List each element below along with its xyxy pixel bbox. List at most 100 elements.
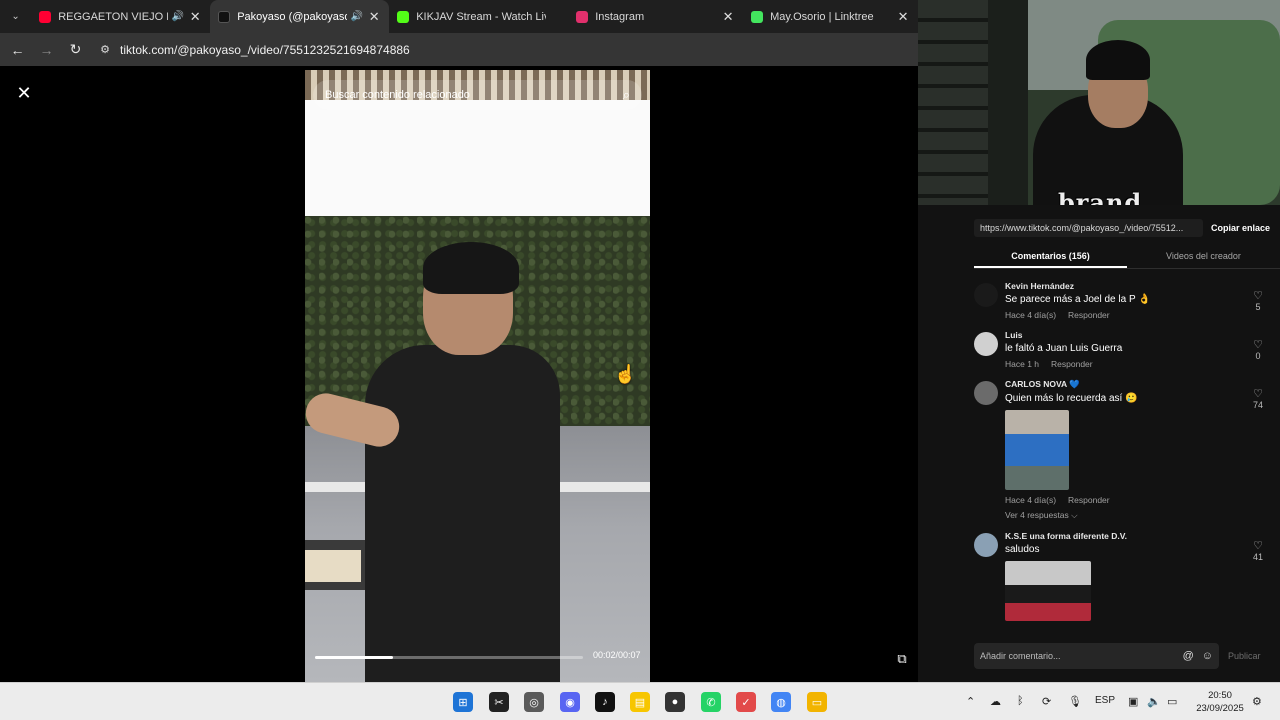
avatar[interactable] bbox=[974, 533, 998, 557]
chrome-icon[interactable]: ◍ bbox=[771, 692, 791, 712]
tiktok-icon[interactable]: ♪ bbox=[595, 692, 615, 712]
tab-title: REGGAETON VIEJO MIX bbox=[58, 10, 168, 23]
cloud-icon[interactable]: ☁ bbox=[990, 695, 1001, 708]
tab-close-icon[interactable]: ✕ bbox=[721, 9, 735, 25]
reply-button[interactable]: Responder bbox=[1068, 310, 1110, 320]
share-link-field[interactable]: https://www.tiktok.com/@pakoyaso_/video/… bbox=[974, 219, 1203, 237]
comment-input-placeholder: Añadir comentario... bbox=[980, 651, 1061, 661]
comment-username[interactable]: Luis bbox=[1005, 330, 1225, 340]
back-arrow-icon[interactable]: ← bbox=[3, 42, 32, 58]
speaker-icon[interactable]: 🔊 bbox=[351, 11, 363, 22]
tiktok-favicon-icon bbox=[218, 10, 231, 23]
app-icon[interactable]: ◎ bbox=[524, 692, 544, 712]
sticky-notes-icon[interactable]: ▤ bbox=[630, 692, 650, 712]
discord-icon[interactable]: ◉ bbox=[560, 692, 580, 712]
bluetooth-icon[interactable]: ᛒ bbox=[1017, 695, 1024, 707]
volume-icon[interactable]: 🔈 bbox=[1147, 695, 1161, 708]
comment-input[interactable]: Añadir comentario... @ ☺ bbox=[974, 643, 1219, 669]
panel-tabs: Comentarios (156) Videos del creador bbox=[974, 245, 1280, 269]
file-explorer-icon[interactable]: ▭ bbox=[807, 692, 827, 712]
comment-username[interactable]: K.S.E una forma diferente D.V. bbox=[1005, 531, 1225, 541]
video-player[interactable]: Buscar contenido relacionado ⌕ 00:02/00:… bbox=[305, 70, 650, 682]
language-indicator[interactable]: ESP bbox=[1095, 695, 1115, 706]
tab-instagram[interactable]: Instagram ✕ bbox=[568, 0, 743, 33]
video-progress-bar[interactable] bbox=[315, 656, 583, 659]
notifications-icon[interactable]: ⚙ bbox=[1252, 695, 1262, 708]
clock-time: 20:50 bbox=[1208, 690, 1232, 701]
emoji-icon[interactable]: ☺ bbox=[1202, 650, 1213, 662]
tab-title: Pakoyaso (@pakoyaso_ bbox=[237, 10, 347, 23]
like-button[interactable]: ♡ 74 bbox=[1246, 387, 1270, 410]
tab-close-icon[interactable]: ✕ bbox=[367, 9, 381, 25]
comments-panel: https://www.tiktok.com/@pakoyaso_/video/… bbox=[918, 205, 1280, 682]
related-search-bar[interactable]: Buscar contenido relacionado ⌕ bbox=[313, 80, 642, 110]
comment-image[interactable] bbox=[1005, 410, 1069, 490]
site-info-icon[interactable]: ⚙ bbox=[94, 43, 116, 56]
reply-button[interactable]: Responder bbox=[1051, 359, 1093, 369]
tab-close-icon[interactable]: ✕ bbox=[188, 9, 202, 25]
comment-item: CARLOS NOVA 💙 Quien más lo recuerda así … bbox=[974, 379, 1270, 521]
tab-search-button[interactable]: ⌄ bbox=[0, 0, 31, 33]
address-bar: ← → ↻ ⚙ tiktok.com/@pakoyaso_/video/7551… bbox=[0, 33, 918, 66]
comment-time: Hace 1 h bbox=[1005, 359, 1040, 369]
heart-icon: ♡ bbox=[1253, 290, 1263, 302]
tab-close-icon[interactable]: ✕ bbox=[896, 9, 910, 25]
media-player-icon[interactable]: ● bbox=[665, 692, 685, 712]
copy-link-button[interactable]: Copiar enlace bbox=[1211, 223, 1270, 233]
sync-icon[interactable]: ⟳ bbox=[1042, 695, 1051, 708]
search-icon[interactable]: ⌕ bbox=[623, 87, 630, 103]
comment-list: Kevin Hernández Se parece más a Joel de … bbox=[974, 281, 1270, 631]
comment-meta: Hace 1 h Responder bbox=[1005, 359, 1225, 369]
like-button[interactable]: ♡ 0 bbox=[1246, 338, 1270, 361]
url-field[interactable]: tiktok.com/@pakoyaso_/video/755123252169… bbox=[120, 43, 410, 57]
chevron-up-icon[interactable]: ⌃ bbox=[966, 695, 975, 708]
avatar[interactable] bbox=[974, 381, 998, 405]
tiktok-video-page: ✕ Buscar contenido relacionado ⌕ 00:02/0… bbox=[0, 66, 942, 682]
heart-icon: ♡ bbox=[1253, 540, 1263, 552]
microphone-icon[interactable]: 🎙 bbox=[1068, 695, 1082, 708]
like-button[interactable]: ♡ 41 bbox=[1246, 539, 1270, 562]
video-frame-box-front bbox=[305, 550, 361, 582]
tab-pakoyaso[interactable]: Pakoyaso (@pakoyaso_ 🔊 ✕ bbox=[210, 0, 390, 33]
picture-in-picture-icon[interactable]: ⧉ bbox=[891, 648, 913, 670]
capcut-icon[interactable]: ✂ bbox=[489, 692, 509, 712]
tab-creator-videos[interactable]: Videos del creador bbox=[1127, 245, 1280, 268]
publish-button[interactable]: Publicar bbox=[1228, 651, 1261, 661]
comment-text: Quien más lo recuerda así 🥲 bbox=[1005, 393, 1138, 404]
kick-favicon-icon bbox=[397, 10, 410, 23]
todo-icon[interactable]: ✓ bbox=[736, 692, 756, 712]
reload-icon[interactable]: ↻ bbox=[61, 41, 90, 58]
like-count: 0 bbox=[1255, 351, 1261, 361]
tab-reggaeton[interactable]: REGGAETON VIEJO MIX 🔊 ✕ bbox=[31, 0, 210, 33]
reply-button[interactable]: Responder bbox=[1068, 495, 1110, 505]
avatar[interactable] bbox=[974, 332, 998, 356]
video-frame-sky bbox=[305, 100, 650, 218]
comment-username[interactable]: CARLOS NOVA 💙 bbox=[1005, 379, 1225, 390]
whatsapp-icon[interactable]: ✆ bbox=[701, 692, 721, 712]
comment-image[interactable] bbox=[1005, 561, 1091, 621]
forward-arrow-icon[interactable]: → bbox=[32, 42, 61, 58]
comment-meta: Hace 4 día(s) Responder bbox=[1005, 495, 1225, 505]
comment-item: K.S.E una forma diferente D.V. saludos ♡… bbox=[974, 531, 1270, 621]
avatar[interactable] bbox=[974, 283, 998, 307]
video-person-body bbox=[365, 345, 560, 682]
comment-text: le faltó a Juan Luis Guerra bbox=[1005, 343, 1123, 354]
tab-kikjav[interactable]: KIKJAV Stream - Watch Live bbox=[389, 0, 568, 33]
comment-text: saludos bbox=[1005, 544, 1040, 555]
speaker-icon[interactable]: 🔊 bbox=[172, 11, 184, 22]
view-replies-button[interactable]: Ver 4 respuestas ⌵ bbox=[1005, 510, 1225, 521]
comment-username[interactable]: Kevin Hernández bbox=[1005, 281, 1225, 291]
tab-comments[interactable]: Comentarios (156) bbox=[974, 245, 1127, 268]
clock[interactable]: 20:50 23/09/2025 bbox=[1192, 689, 1248, 715]
mention-icon[interactable]: @ bbox=[1183, 650, 1194, 662]
comment-text: Se parece más a Joel de la P 👌 bbox=[1005, 294, 1151, 305]
close-icon[interactable]: ✕ bbox=[12, 81, 36, 105]
webcam-person-cap bbox=[1086, 40, 1150, 80]
like-button[interactable]: ♡ 5 bbox=[1246, 289, 1270, 312]
related-search-label: Buscar contenido relacionado bbox=[325, 89, 470, 101]
comment-item: Luis le faltó a Juan Luis Guerra Hace 1 … bbox=[974, 330, 1270, 369]
windows-start-icon[interactable]: ⊞ bbox=[453, 692, 473, 712]
tab-linktree[interactable]: May.Osorio | Linktree ✕ bbox=[743, 0, 918, 33]
network-icon[interactable]: ▣ bbox=[1128, 695, 1138, 708]
battery-icon[interactable]: ▭ bbox=[1167, 695, 1177, 708]
